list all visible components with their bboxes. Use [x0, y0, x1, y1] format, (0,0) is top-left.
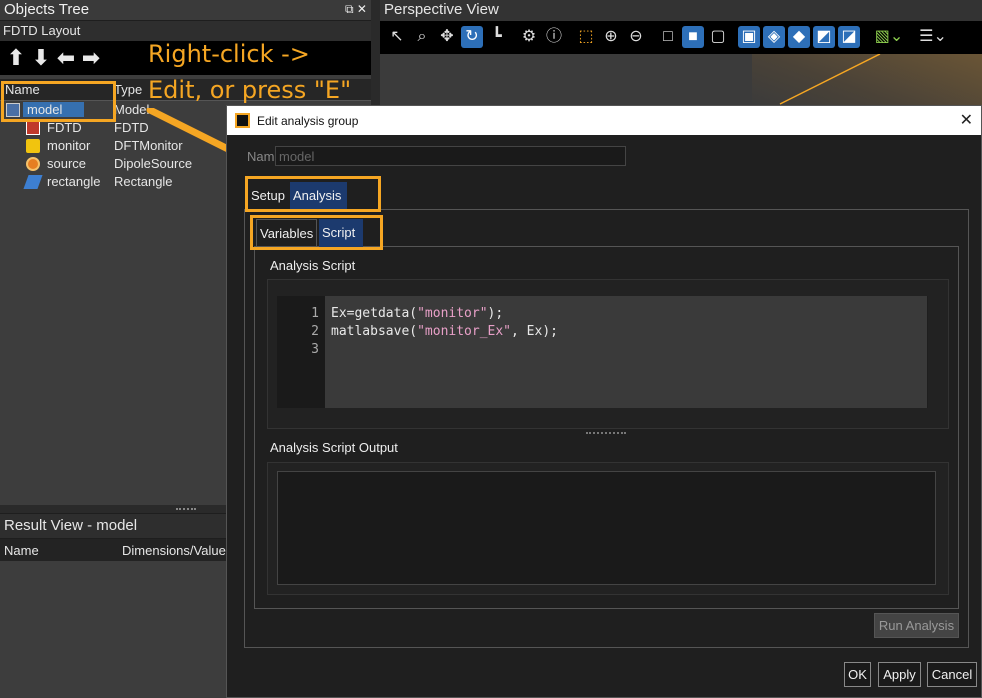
app-logo-icon: [235, 113, 250, 128]
gear-icon[interactable]: ⚙: [518, 26, 540, 48]
ok-button[interactable]: OK: [844, 662, 871, 687]
zoom-in-icon[interactable]: ⊕: [600, 26, 622, 48]
zoom-out-icon[interactable]: ⊖: [625, 26, 647, 48]
fdtd-icon: [26, 121, 40, 135]
view-3-icon[interactable]: ◆: [788, 26, 810, 48]
panel-controls[interactable]: ⧉ ✕: [345, 2, 367, 17]
close-icon[interactable]: ✕: [960, 110, 973, 130]
help-icon[interactable]: ⓘ: [543, 26, 565, 48]
move-up-icon[interactable]: ⬆: [5, 47, 27, 69]
wireframe-icon[interactable]: □: [657, 26, 679, 48]
run-analysis-button[interactable]: Run Analysis: [874, 613, 959, 638]
objects-tree-title: Objects Tree ⧉ ✕: [0, 0, 371, 20]
move-left-icon[interactable]: ⬅: [55, 47, 77, 69]
script-code[interactable]: Ex=getdata("monitor"); matlabsave("monit…: [325, 296, 927, 408]
rectangle-icon: [23, 175, 43, 189]
move-right-icon[interactable]: ➡: [80, 47, 102, 69]
view-2-icon[interactable]: ◈: [763, 26, 785, 48]
line-number-gutter: 1 2 3: [277, 296, 325, 408]
script-editor[interactable]: 1 2 3 Ex=getdata("monitor"); matlabsave(…: [277, 296, 928, 408]
highlight-analysis-tab: [245, 176, 381, 212]
move-down-icon[interactable]: ⬇: [30, 47, 52, 69]
result-column-dimensions[interactable]: Dimensions/Value: [122, 543, 226, 558]
zoom-region-icon[interactable]: ⌕: [411, 26, 433, 48]
view-5-icon[interactable]: ◪: [838, 26, 860, 48]
monitor-icon: [26, 139, 40, 153]
script-splitter[interactable]: [586, 432, 626, 434]
code-line-1: Ex=getdata("monitor");: [331, 306, 504, 321]
column-type[interactable]: Type: [114, 82, 142, 97]
code-line-2: matlabsave("monitor_Ex", Ex);: [331, 324, 558, 339]
ruler-icon[interactable]: ┗: [486, 26, 508, 48]
result-column-name[interactable]: Name: [4, 543, 39, 558]
output-label: Analysis Script Output: [270, 440, 398, 455]
rotate-icon[interactable]: ↻: [461, 26, 483, 48]
highlight-script-subtab: [250, 215, 383, 250]
cancel-button[interactable]: Cancel: [927, 662, 977, 687]
dialog-titlebar: Edit analysis group ✕: [227, 106, 981, 135]
perspective-toolbar: ↖ ⌕ ✥ ↻ ┗ ⚙ ⓘ ⬚ ⊕ ⊖ □ ■ ▢ ▣ ◈ ◆ ◩ ◪ ▧⌄ ☰…: [380, 21, 982, 54]
zoom-extent-icon[interactable]: ⬚: [575, 26, 597, 48]
perspective-view-title: Perspective View: [380, 0, 982, 21]
layout-label: FDTD Layout: [0, 21, 371, 41]
view-4-icon[interactable]: ◩: [813, 26, 835, 48]
name-input[interactable]: [275, 146, 626, 166]
pan-icon[interactable]: ✥: [436, 26, 458, 48]
highlight-model-row: [1, 81, 116, 122]
annotation-line-1: Right-click ->: [148, 40, 310, 68]
analysis-script-label: Analysis Script: [270, 258, 356, 273]
dialog-title: Edit analysis group: [257, 114, 359, 128]
box-icon[interactable]: ▢: [707, 26, 729, 48]
script-output: [277, 471, 936, 585]
annotation-line-2: Edit, or press "E": [148, 76, 352, 104]
source-icon: [26, 157, 40, 171]
apply-button[interactable]: Apply: [878, 662, 921, 687]
view-1-icon[interactable]: ▣: [738, 26, 760, 48]
layout-dropdown-icon[interactable]: ☰⌄: [916, 26, 950, 48]
pointer-icon[interactable]: ↖: [386, 26, 408, 48]
solid-icon[interactable]: ■: [682, 26, 704, 48]
cube-dropdown-icon[interactable]: ▧⌄: [872, 26, 906, 48]
